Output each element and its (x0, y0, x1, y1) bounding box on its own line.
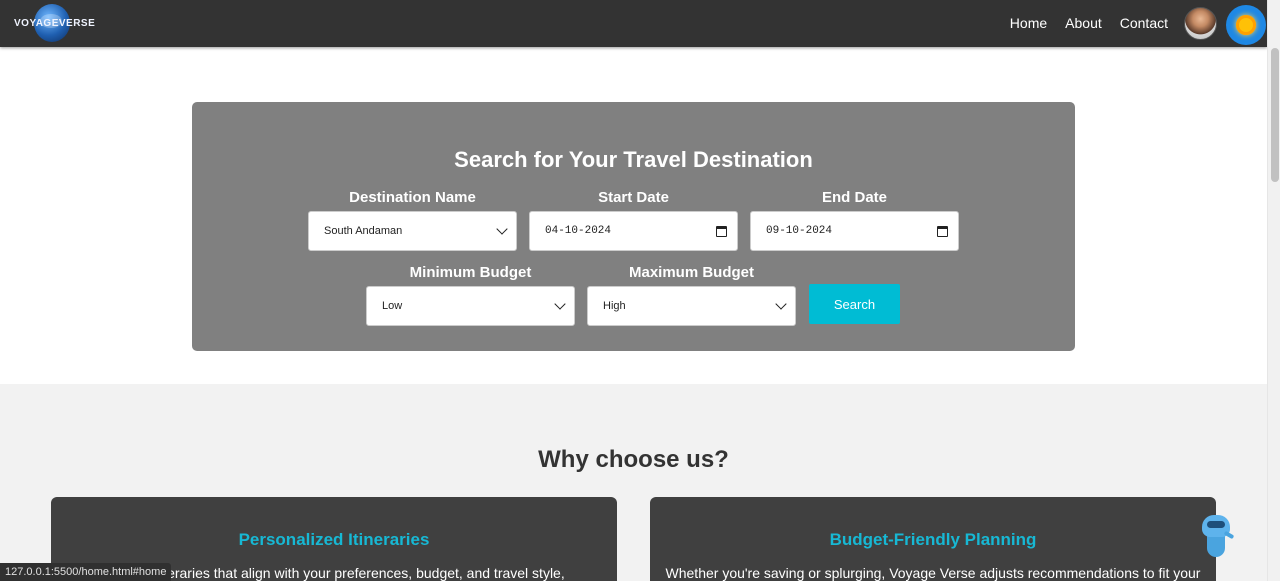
search-button[interactable]: Search (809, 284, 900, 324)
scrollbar[interactable] (1267, 0, 1280, 581)
logo-text: VOYAGEVERSE (14, 18, 96, 29)
nav-links: Home About Contact (1010, 15, 1168, 31)
chatbot-button[interactable] (1198, 513, 1235, 559)
card-title: Personalized Itineraries (238, 530, 430, 549)
nav-link-home[interactable]: Home (1010, 15, 1047, 31)
search-title: Search for Your Travel Destination (454, 147, 813, 172)
section-title: Why choose us? (538, 446, 729, 473)
calendar-icon[interactable] (716, 225, 727, 237)
max-budget-select[interactable]: High (587, 286, 796, 326)
destination-value: South Andaman (324, 225, 403, 237)
theme-toggle-button[interactable] (1226, 5, 1266, 45)
start-date-label: Start Date (598, 189, 669, 206)
destination-select[interactable]: South Andaman (308, 211, 517, 251)
start-date-input[interactable]: 04-10-2024 (529, 211, 738, 251)
navbar: VOYAGEVERSE Home About Contact (0, 0, 1267, 47)
end-date-input[interactable]: 09-10-2024 (750, 211, 959, 251)
feature-card: Budget-Friendly Planning Whether you're … (650, 497, 1216, 581)
robot-visor (1207, 521, 1225, 528)
robot-body (1207, 535, 1225, 557)
robot-arm (1223, 530, 1235, 540)
max-budget-label: Maximum Budget (628, 264, 754, 281)
search-panel: Search for Your Travel Destination Desti… (192, 102, 1075, 351)
chevron-down-icon (554, 298, 566, 310)
card-title: Budget-Friendly Planning (829, 530, 1037, 549)
end-date-label: End Date (821, 189, 887, 206)
chevron-down-icon (775, 298, 787, 310)
end-date-value: 09-10-2024 (766, 225, 833, 237)
scrollbar-thumb[interactable] (1271, 48, 1279, 182)
calendar-icon[interactable] (937, 225, 948, 237)
avatar[interactable] (1184, 7, 1217, 40)
min-budget-select[interactable]: Low (366, 286, 575, 326)
why-section: Why choose us? Personalized Itineraries … (0, 384, 1267, 581)
start-date-value: 04-10-2024 (545, 225, 612, 237)
card-text: Whether you're saving or splurging, Voya… (665, 565, 1201, 581)
sun-icon (1236, 15, 1256, 35)
nav-link-about[interactable]: About (1065, 15, 1102, 31)
min-budget-label: Minimum Budget (409, 264, 532, 281)
max-budget-value: High (603, 300, 626, 312)
logo[interactable]: VOYAGEVERSE (14, 4, 95, 42)
min-budget-value: Low (382, 300, 403, 312)
destination-label: Destination Name (349, 189, 476, 206)
chevron-down-icon (496, 223, 508, 235)
status-url: 127.0.0.1:5500/home.html#home (0, 563, 172, 581)
nav-link-contact[interactable]: Contact (1120, 15, 1168, 31)
